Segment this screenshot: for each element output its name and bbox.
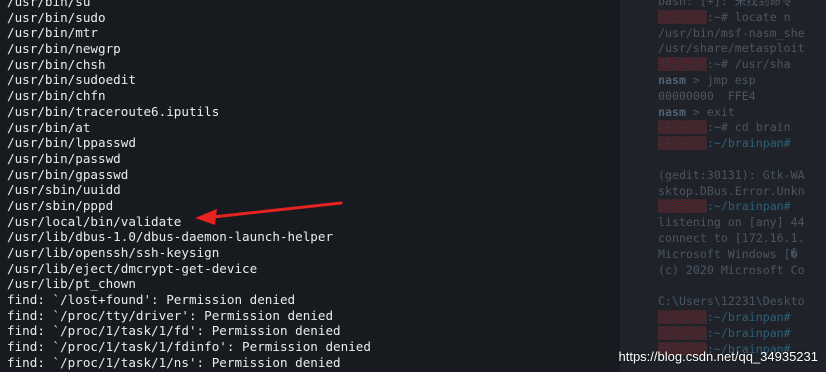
bg-line: /usr/share/metasploit <box>658 41 805 56</box>
output-line: find: `/proc/1/task/1/ns': Permission de… <box>7 354 341 370</box>
output-line: /usr/bin/chfn <box>7 88 106 104</box>
bg-line: (c) 2020 Microsoft Co <box>658 262 805 277</box>
output-line: /usr/bin/newgrp <box>7 41 121 57</box>
bg-line: ▒▒▒▒▒▒▒:~/brainpan# <box>658 199 791 214</box>
output-line: /usr/bin/sudo <box>7 9 106 25</box>
bg-line: ▒▒▒▒▒▒▒:~# cd brain <box>658 120 791 135</box>
bg-line: bash: [+]: 未找到命令 <box>658 0 793 8</box>
bg-line: nasm > jmp esp <box>658 72 756 87</box>
bg-line: connect to [172.16.1. <box>658 230 805 245</box>
output-line: /usr/lib/dbus-1.0/dbus-daemon-launch-hel… <box>7 229 334 245</box>
output-line: /usr/bin/gpasswd <box>7 166 129 182</box>
bg-line: ▒▒▒▒▒▒▒:~/brainpan# <box>658 325 791 340</box>
output-line: /usr/bin/chsh <box>7 56 106 72</box>
output-line: /usr/bin/mtr <box>7 25 98 41</box>
output-line: /usr/bin/lppasswd <box>7 135 136 151</box>
bg-line: /usr/bin/msf-nasm_she <box>658 25 805 40</box>
output-line: /usr/lib/eject/dmcrypt-get-device <box>7 260 258 276</box>
bg-line: C:\Users\12231\Deskto <box>658 294 805 309</box>
csdn-watermark: https://blog.csdn.net/qq_34935231 <box>618 349 819 364</box>
output-line: /usr/bin/at <box>7 119 91 135</box>
bg-line <box>658 278 805 294</box>
output-line: /usr/sbin/uuidd <box>7 182 121 198</box>
bg-line: listening on [any] 44 <box>658 215 805 230</box>
output-lines: /usr/bin/su /usr/bin/sudo /usr/bin/mtr /… <box>7 0 371 371</box>
bg-line: ▒▒▒▒▒▒▒:~/brainpan# <box>658 136 791 151</box>
bg-line: 00000000 FFE4 <box>658 88 756 103</box>
bg-line: ▒▒▒▒▒▒▒:~/brainpan# <box>658 309 791 324</box>
bg-line: Microsoft Windows [� <box>658 246 798 261</box>
bg-line: nasm > exit <box>658 104 735 119</box>
background-lines: bash: [+]: 未找到命令 ▒▒▒▒▒▒▒:~# locate n /us… <box>658 0 805 357</box>
bg-line: sktop.DBus.Error.Unkn <box>658 183 805 198</box>
bg-line <box>658 152 805 168</box>
output-line: find: `/proc/tty/driver': Permission den… <box>7 307 334 323</box>
background-terminal-pane: bash: [+]: 未找到命令 ▒▒▒▒▒▒▒:~# locate n /us… <box>620 0 826 372</box>
output-line: /usr/bin/su <box>7 0 91 9</box>
bg-line: ▒▒▒▒▒▒▒:~# locate n <box>658 9 791 24</box>
output-line: find: `/proc/1/task/1/fd': Permission de… <box>7 323 341 339</box>
red-arrow-annotation <box>195 201 343 225</box>
terminal-window[interactable]: /usr/bin/su /usr/bin/sudo /usr/bin/mtr /… <box>0 0 826 372</box>
output-line: /usr/bin/passwd <box>7 150 121 166</box>
output-line: /usr/bin/traceroute6.iputils <box>7 103 220 119</box>
output-line: find: `/proc/1/task/1/fdinfo': Permissio… <box>7 339 371 355</box>
bg-line: ▒▒▒▒▒▒▒:~# /usr/sha <box>658 57 791 72</box>
bg-line: (gedit:30131): Gtk-WA <box>658 167 805 182</box>
output-line: find: `/lost+found': Permission denied <box>7 292 296 308</box>
terminal-output-pane[interactable]: /usr/bin/su /usr/bin/sudo /usr/bin/mtr /… <box>0 0 620 372</box>
output-line: /usr/bin/sudoedit <box>7 72 136 88</box>
output-line: /usr/lib/pt_chown <box>7 276 136 292</box>
output-line: /usr/lib/openssh/ssh-keysign <box>7 245 220 260</box>
